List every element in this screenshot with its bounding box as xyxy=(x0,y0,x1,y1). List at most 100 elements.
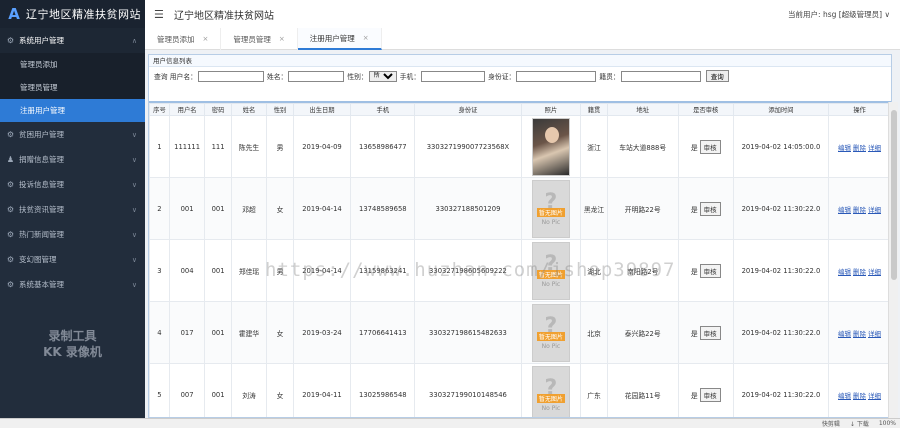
cell-username: 111111 xyxy=(168,115,206,178)
sidebar-group-0[interactable]: ⚙ 系统用户管理 ∧ xyxy=(0,28,145,53)
content-area: 用户信息列表 查询 用户名： 姓名： 性别： 所有 手机： 身份证： 籍贯： 查… xyxy=(145,50,900,418)
detail-link[interactable]: 详细 xyxy=(868,330,881,338)
tab-0[interactable]: 管理员添加 × xyxy=(145,28,222,50)
gender-select[interactable]: 所有 xyxy=(368,70,397,82)
sidebar-item-0-1[interactable]: 管理员管理 xyxy=(0,76,145,99)
sidebar-group-6[interactable]: ⚙ 变幻图管理 ∨ xyxy=(0,247,145,272)
tab-label: 管理员添加 xyxy=(157,34,195,44)
cell-photo: ? 暂无图片 No Pic xyxy=(520,301,582,364)
vertical-scrollbar[interactable] xyxy=(888,102,898,418)
cell-no: 3 xyxy=(149,239,170,302)
cell-phone: 13658986477 xyxy=(350,115,416,178)
delete-link[interactable]: 删除 xyxy=(853,144,866,152)
audit-button[interactable]: 审核 xyxy=(699,139,721,154)
audit-button[interactable]: 审核 xyxy=(699,201,721,216)
column-header: 姓名 xyxy=(230,103,268,116)
sidebar-item-0-2[interactable]: 注册用户管理 xyxy=(0,99,145,122)
idcard-input[interactable] xyxy=(516,70,597,82)
tab-label: 注册用户管理 xyxy=(309,33,355,43)
edit-link[interactable]: 编辑 xyxy=(838,392,851,400)
cell-phone: 13748589658 xyxy=(350,177,416,240)
table-header-row: 序号 用户名 密码 姓名 性别 出生日期 手机 身份证 照片 籍贯 地址 是否审核 添加时间 操作 xyxy=(149,103,891,116)
close-icon[interactable]: × xyxy=(203,35,209,43)
tab-1[interactable]: 管理员管理 × xyxy=(221,28,298,50)
cell-phone: 17706641413 xyxy=(350,301,416,364)
name-label: 姓名： xyxy=(266,73,288,81)
cell-photo: ? 暂无图片 No Pic xyxy=(520,177,582,240)
cell-no: 1 xyxy=(149,115,170,178)
tab-label: 管理员管理 xyxy=(233,34,271,44)
cell-name: 邓超 xyxy=(230,177,268,240)
cell-address: 花园路11号 xyxy=(606,363,679,417)
phone-input[interactable] xyxy=(421,70,486,82)
audit-button[interactable]: 审核 xyxy=(699,263,721,278)
username-input[interactable] xyxy=(197,70,264,82)
column-header: 性别 xyxy=(266,103,294,116)
delete-link[interactable]: 删除 xyxy=(853,330,866,338)
cell-photo: ? 暂无图片 No Pic xyxy=(520,363,582,417)
menu-toggle-icon[interactable]: ☰ xyxy=(154,8,172,21)
chevron-down-icon: ∨ xyxy=(131,280,137,289)
current-user-dropdown[interactable]: 当前用户: hsg [超级管理员] ∨ xyxy=(788,9,890,20)
status-item-2[interactable]: 100% xyxy=(879,420,896,427)
cell-addtime: 2019-04-02 11:30:22.0 xyxy=(732,363,830,417)
delete-link[interactable]: 删除 xyxy=(853,392,866,400)
column-header: 手机 xyxy=(350,103,416,116)
chevron-down-icon: ∨ xyxy=(131,155,137,164)
sidebar-group-2[interactable]: ♟ 捐赠信息管理 ∨ xyxy=(0,147,145,172)
sidebar-group-3[interactable]: ⚙ 投诉信息管理 ∨ xyxy=(0,172,145,197)
detail-link[interactable]: 详细 xyxy=(868,392,881,400)
cell-birthdate: 2019-03-24 xyxy=(292,301,352,364)
user-photo[interactable] xyxy=(531,117,570,176)
cell-idcard: 330327199007723568X xyxy=(414,115,522,178)
username-label: 查询 用户名： xyxy=(154,73,197,81)
cell-name: 霍建华 xyxy=(230,301,268,364)
tab-2[interactable]: 注册用户管理 × xyxy=(297,28,382,50)
sidebar-group-4[interactable]: ⚙ 扶贫资讯管理 ∨ xyxy=(0,197,145,222)
chevron-down-icon: ∨ xyxy=(884,10,891,19)
edit-link[interactable]: 编辑 xyxy=(838,330,851,338)
audited-value: 是 xyxy=(690,329,698,338)
no-photo-text: No Pic xyxy=(541,342,561,350)
detail-link[interactable]: 详细 xyxy=(868,144,881,152)
sidebar-group-7[interactable]: ⚙ 系统基本管理 ∨ xyxy=(0,272,145,297)
column-header: 身份证 xyxy=(414,103,522,116)
sidebar-group-label: 系统用户管理 xyxy=(19,36,64,45)
audit-button[interactable]: 审核 xyxy=(699,325,721,340)
gender-label: 性别： xyxy=(347,73,368,81)
sidebar-group-5[interactable]: ⚙ 热门新闻管理 ∨ xyxy=(0,222,145,247)
sidebar-item-0-0[interactable]: 管理员添加 xyxy=(0,53,145,76)
no-photo-banner: 暂无图片 xyxy=(536,207,565,217)
close-icon[interactable]: × xyxy=(279,35,285,43)
status-item-1[interactable]: ↓ 下载 xyxy=(850,419,869,428)
detail-link[interactable]: 详细 xyxy=(868,268,881,276)
sidebar-group-label: 投诉信息管理 xyxy=(19,180,64,189)
no-photo-text: No Pic xyxy=(541,280,561,288)
audit-button[interactable]: 审核 xyxy=(699,387,721,402)
edit-link[interactable]: 编辑 xyxy=(838,268,851,276)
scrollbar-thumb[interactable] xyxy=(891,110,897,280)
edit-link[interactable]: 编辑 xyxy=(838,144,851,152)
name-input[interactable] xyxy=(288,70,345,82)
cell-audited: 是审核 xyxy=(677,177,734,240)
idcard-label: 身份证： xyxy=(488,73,516,81)
cell-idcard: 330327198615482633 xyxy=(414,301,522,364)
cell-operations: 编辑 删除 详细 xyxy=(828,115,891,178)
search-button[interactable]: 查询 xyxy=(705,70,729,82)
sidebar-group-1[interactable]: ⚙ 贫困用户管理 ∨ xyxy=(0,122,145,147)
edit-link[interactable]: 编辑 xyxy=(838,206,851,214)
cell-username: 017 xyxy=(168,301,206,364)
no-photo-placeholder: ? 暂无图片 No Pic xyxy=(531,365,570,417)
sidebar-group-label: 系统基本管理 xyxy=(19,280,64,289)
user-list-panel: 用户信息列表 查询 用户名： 姓名： 性别： 所有 手机： 身份证： 籍贯： 查… xyxy=(148,54,892,418)
column-header: 出生日期 xyxy=(292,103,352,116)
close-icon[interactable]: × xyxy=(363,34,369,42)
logo[interactable]: A 辽宁地区精准扶贫网站 xyxy=(0,0,145,28)
origin-input[interactable] xyxy=(620,70,701,82)
delete-link[interactable]: 删除 xyxy=(853,268,866,276)
detail-link[interactable]: 详细 xyxy=(868,206,881,214)
delete-link[interactable]: 删除 xyxy=(853,206,866,214)
status-item-0[interactable]: 快剪辑 xyxy=(822,419,840,428)
column-header: 地址 xyxy=(606,103,679,116)
site-title: 辽宁地区精准扶贫网站 xyxy=(174,10,274,22)
